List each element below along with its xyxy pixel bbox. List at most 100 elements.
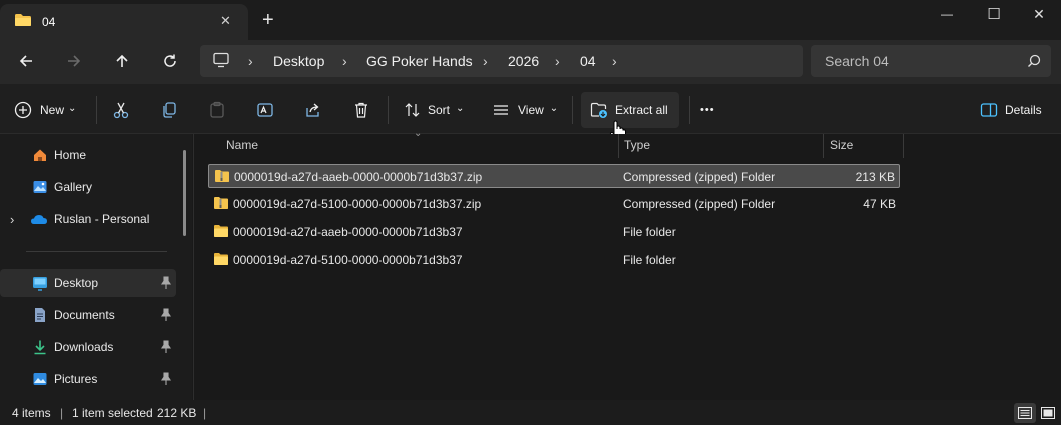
column-divider[interactable] [618, 134, 619, 158]
chevron-right-icon[interactable]: › [10, 212, 30, 227]
extract-folder-icon [590, 102, 607, 118]
chevron-down-icon: ⌄ [549, 102, 559, 114]
sidebar-item-desktop[interactable]: Desktop [0, 269, 176, 297]
pin-icon[interactable] [160, 340, 172, 354]
tiles-view-button[interactable] [1038, 403, 1058, 423]
folder-icon [15, 14, 31, 26]
up-button[interactable] [104, 45, 140, 77]
column-header-size[interactable]: Size [830, 138, 853, 152]
share-button[interactable] [304, 92, 328, 128]
arrow-right-icon [68, 55, 81, 67]
desktop-folder-icon [33, 277, 47, 291]
copy-button[interactable] [160, 92, 184, 128]
minimize-button[interactable]: — [924, 0, 970, 28]
chevron-down-icon: ⌄ [68, 102, 77, 114]
pictures-icon [33, 373, 47, 385]
column-divider[interactable] [903, 134, 904, 158]
table-row[interactable]: 0000019d-a27d-aaeb-0000-0000b71d3b37.zip… [208, 164, 900, 188]
cut-button[interactable] [112, 92, 136, 128]
forward-button[interactable] [56, 45, 92, 77]
rename-button[interactable] [256, 92, 280, 128]
documents-icon [35, 308, 45, 322]
extract-all-button[interactable]: Extract all [581, 92, 679, 128]
paste-button[interactable] [208, 92, 232, 128]
trash-icon [355, 102, 367, 118]
zip-folder-icon [215, 170, 229, 182]
file-type: File folder [623, 225, 676, 239]
details-view-icon [1018, 407, 1032, 419]
plus-circle-icon [14, 101, 32, 119]
sidebar-item-documents[interactable]: Documents [0, 301, 176, 329]
breadcrumb-chevron[interactable]: › [612, 53, 617, 69]
breadcrumb-gg-poker-hands[interactable]: GG Poker Hands [366, 53, 473, 69]
sidebar-item-home[interactable]: Home [0, 141, 176, 169]
rename-icon [257, 103, 273, 117]
new-button[interactable]: New ⌄ [14, 92, 84, 128]
file-size: 47 KB [863, 197, 896, 211]
close-tab-icon[interactable]: ✕ [220, 13, 231, 29]
computer-icon [213, 52, 229, 68]
toolbar-divider [572, 96, 573, 124]
sort-indicator-icon: ⌄ [414, 128, 423, 139]
breadcrumb-2026[interactable]: 2026 [508, 53, 539, 69]
column-header-type[interactable]: Type [624, 138, 650, 152]
zip-folder-icon [214, 197, 228, 209]
search-input[interactable]: Search 04 [825, 53, 889, 69]
column-divider[interactable] [823, 134, 824, 158]
status-item-count: 4 items [12, 406, 51, 420]
refresh-button[interactable] [152, 45, 188, 77]
folder-icon [214, 225, 228, 237]
pin-icon[interactable] [160, 372, 172, 386]
downloads-icon [34, 340, 46, 355]
sidebar-scrollbar[interactable] [183, 150, 186, 236]
breadcrumb-chevron[interactable]: › [483, 53, 488, 69]
maximize-button[interactable]: ☐ [971, 0, 1017, 28]
close-window-button[interactable]: ✕ [1016, 0, 1061, 28]
search-icon[interactable] [1027, 54, 1041, 68]
breadcrumb-chevron[interactable]: › [248, 53, 253, 69]
sort-button[interactable]: Sort ⌄ [404, 92, 470, 128]
table-row[interactable]: 0000019d-a27d-aaeb-0000-0000b71d3b37 Fil… [208, 220, 900, 244]
pin-icon[interactable] [160, 276, 172, 290]
file-type: File folder [623, 253, 676, 267]
delete-button[interactable] [352, 92, 376, 128]
file-name: 0000019d-a27d-aaeb-0000-0000b71d3b37 [233, 225, 463, 239]
status-divider: | [203, 406, 207, 420]
more-options-button[interactable]: ••• [700, 92, 724, 128]
file-type: Compressed (zipped) Folder [623, 170, 776, 184]
file-size: 213 KB [855, 170, 895, 184]
home-icon [34, 149, 46, 161]
tiles-view-icon [1041, 407, 1055, 419]
tab-04[interactable] [0, 4, 248, 40]
breadcrumb-04[interactable]: 04 [580, 53, 596, 69]
breadcrumb-chevron[interactable]: › [555, 53, 560, 69]
toolbar-divider [388, 96, 389, 124]
table-row[interactable]: 0000019d-a27d-5100-0000-0000b71d3b37.zip… [208, 192, 900, 216]
pin-icon[interactable] [160, 308, 172, 322]
back-button[interactable] [8, 45, 44, 77]
gallery-icon [33, 181, 47, 193]
view-button[interactable]: View ⌄ [492, 92, 562, 128]
status-selected-count: 1 item selected [72, 406, 153, 420]
status-selected-size: 212 KB [157, 406, 197, 420]
breadcrumb-desktop[interactable]: Desktop [273, 53, 324, 69]
scissors-icon [113, 102, 129, 119]
sidebar-item-downloads[interactable]: Downloads [0, 333, 176, 361]
breadcrumb-chevron[interactable]: › [342, 53, 347, 69]
sidebar-item-pictures[interactable]: Pictures [0, 365, 176, 393]
toolbar-divider [689, 96, 690, 124]
sidebar-item-gallery[interactable]: Gallery [0, 173, 176, 201]
arrow-up-icon [116, 54, 128, 67]
table-row[interactable]: 0000019d-a27d-5100-0000-0000b71d3b37 Fil… [208, 248, 900, 272]
details-view-button[interactable] [1014, 403, 1036, 423]
clipboard-icon [210, 101, 224, 118]
share-icon [306, 103, 319, 117]
column-header-name[interactable]: Name [226, 138, 258, 152]
file-name: 0000019d-a27d-5100-0000-0000b71d3b37.zip [233, 197, 482, 211]
new-tab-button[interactable]: + [262, 9, 274, 32]
details-button[interactable]: Details [980, 92, 1050, 128]
cloud-icon [31, 215, 47, 224]
refresh-icon [164, 54, 176, 67]
arrow-left-icon [19, 55, 32, 67]
sidebar-item-onedrive[interactable]: › Ruslan - Personal [0, 205, 176, 233]
